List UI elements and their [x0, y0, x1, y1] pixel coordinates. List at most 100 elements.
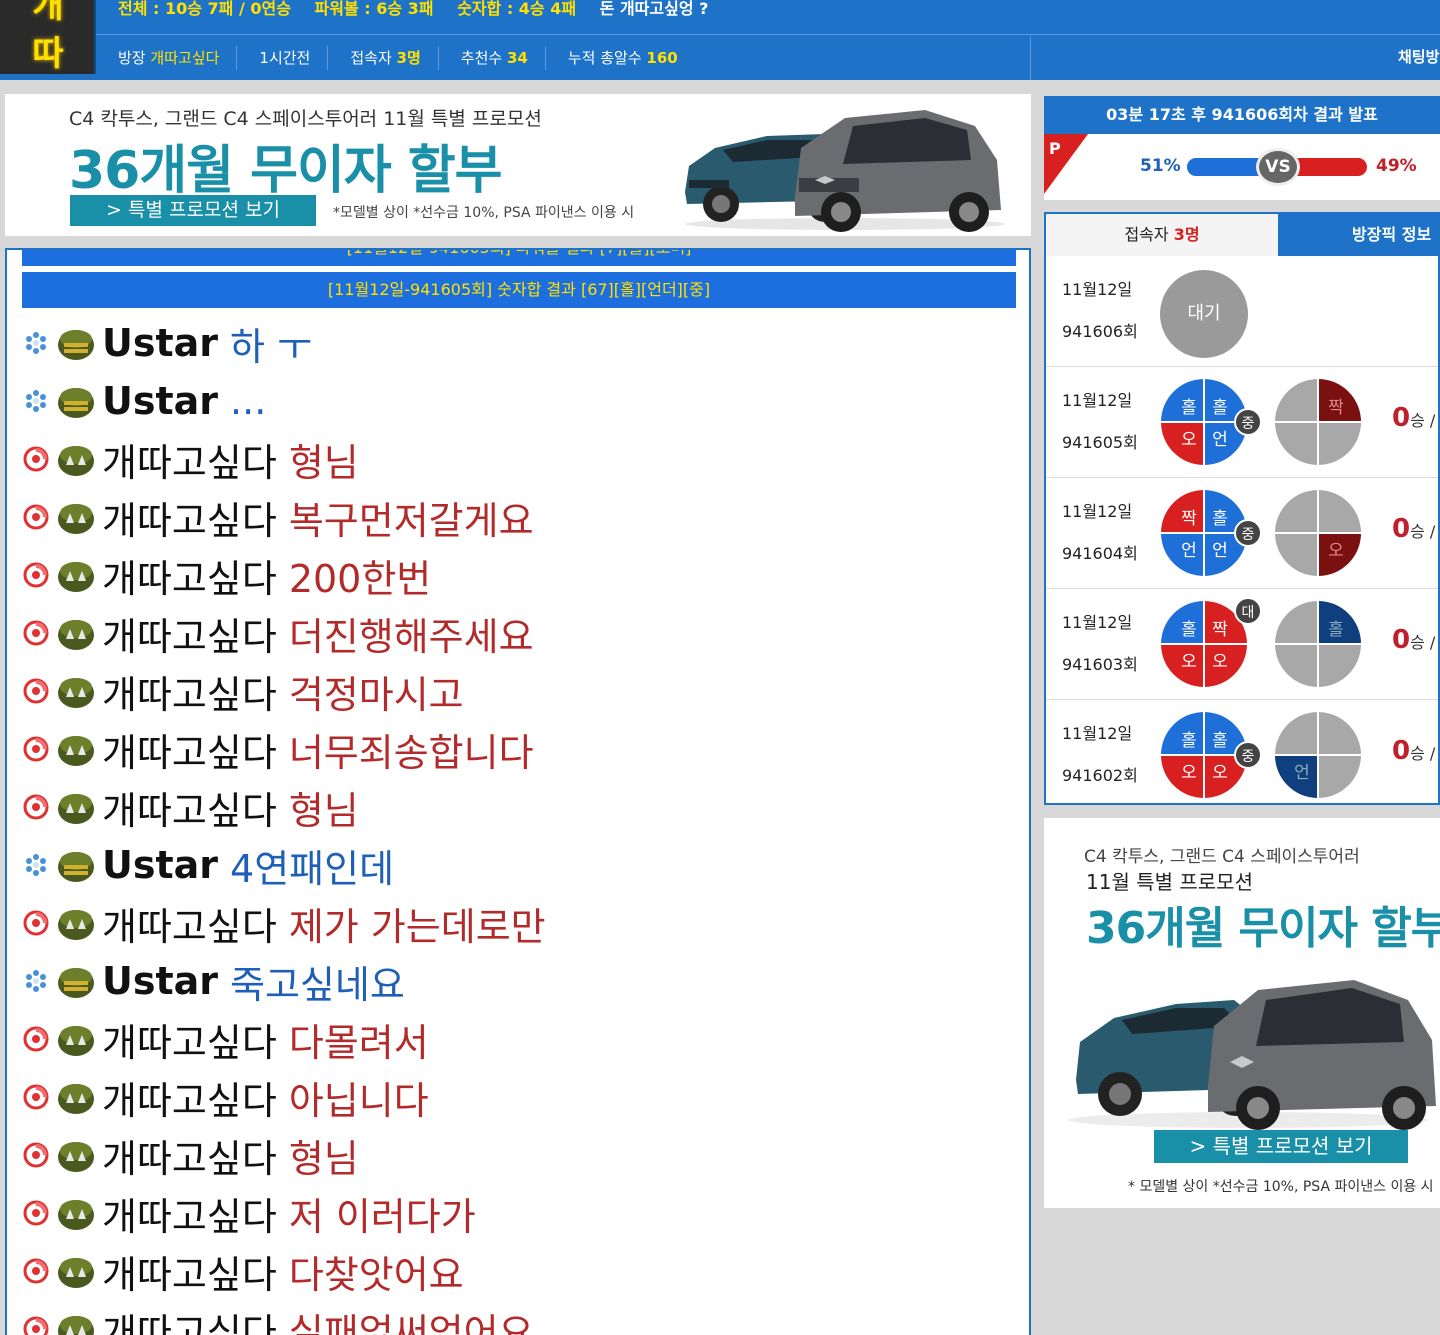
chat-room-button[interactable]: 채팅방: [1398, 46, 1439, 67]
rank-badge-icon: [58, 736, 94, 766]
header-divider: [96, 34, 1440, 35]
flower-icon: [26, 854, 46, 876]
tab-host-picks[interactable]: 방장픽 정보: [1278, 214, 1438, 256]
eggs-value: 160: [646, 49, 678, 67]
chat-text: 형님: [288, 1136, 359, 1181]
svg-text:홀: 홀: [1181, 620, 1197, 640]
wins-count: 0승 /: [1392, 625, 1435, 655]
results-tabs: 접속자 3명 방장픽 정보: [1046, 214, 1438, 256]
stat-total: 전체 : 10승 7패 / 0연승: [118, 0, 291, 18]
chat-text: ...: [230, 379, 267, 423]
chat-message: Ustar...: [22, 372, 1022, 430]
chat-nickname[interactable]: 개따고싶다: [102, 1012, 277, 1067]
ad-banner-top[interactable]: C4 칵투스, 그랜드 C4 스페이스투어러 11월 특별 프로모션 36개월 …: [5, 94, 1031, 236]
chat-text: 죽고싶네요: [230, 962, 405, 1007]
chat-nickname[interactable]: Ustar: [102, 959, 218, 1003]
site-logo[interactable]: 개 따: [0, 0, 96, 74]
svg-text:홀: 홀: [1181, 731, 1197, 751]
room-recommend[interactable]: 추천수 34: [439, 46, 546, 70]
result-circles: 짝 홀 언 언 중 오: [1161, 490, 1361, 576]
wins-value: 0: [1392, 625, 1411, 655]
chat-nickname[interactable]: 개따고싶다: [102, 548, 277, 603]
users-value: 3명: [396, 49, 421, 67]
chat-text: 더진행해주세요: [288, 614, 534, 659]
swirl-icon: [23, 446, 49, 472]
svg-text:중: 중: [1242, 749, 1255, 765]
flower-icon: [26, 970, 46, 992]
swirl-icon: [23, 1084, 49, 1110]
chat-nickname[interactable]: 개따고싶다: [102, 432, 277, 487]
ad-side-title: 36개월 무이자 할부: [1086, 903, 1440, 954]
results-panel: 접속자 3명 방장픽 정보 11월12일 941606회 대기 11월12일 9…: [1044, 212, 1440, 805]
swirl-icon: [23, 1258, 49, 1284]
result-notice-powerball: [11월12일-941605회] 파워볼 결과 [7][홀][오버]: [22, 250, 1016, 266]
svg-text:오: 오: [1212, 652, 1228, 672]
chat-nickname[interactable]: 개따고싶다: [102, 1302, 277, 1335]
chat-nickname[interactable]: 개따고싶다: [102, 1186, 277, 1241]
logo-text-top: 개: [32, 0, 64, 26]
ad-side-promo-button[interactable]: > 특별 프로모션 보기: [1154, 1130, 1408, 1163]
rank-badge-icon: [58, 446, 94, 476]
swirl-icon: [23, 1026, 49, 1052]
swirl-icon: [23, 1200, 49, 1226]
wins-value: 0: [1392, 403, 1411, 433]
rank-badge-icon: [58, 1200, 94, 1230]
ad-promo-button[interactable]: > 특별 프로모션 보기: [70, 195, 316, 226]
chat-text: 하 ㅜ: [230, 324, 313, 369]
wins-unit: 승 /: [1410, 522, 1436, 541]
chat-nickname[interactable]: 개따고싶다: [102, 490, 277, 545]
chat-nickname[interactable]: Ustar: [102, 843, 218, 887]
chat-nickname[interactable]: 개따고싶다: [102, 1244, 277, 1299]
swirl-icon: [23, 504, 49, 530]
chat-text: 저 이러다가: [288, 1194, 476, 1239]
chat-message-list[interactable]: Ustar 하 ㅜ Ustar... 개따고싶다 형님 개따고싶다 복구먼저갈게요 개따고싶다…: [22, 314, 1022, 1335]
svg-text:언: 언: [1181, 541, 1197, 561]
waiting-badge: 대기: [1160, 270, 1248, 358]
room-host[interactable]: 방장 개따고싶다: [96, 46, 238, 70]
chat-nickname[interactable]: 개따고싶다: [102, 722, 277, 777]
svg-text:짝: 짝: [1212, 620, 1228, 640]
chat-text: 다찾앗어요: [288, 1252, 464, 1297]
chat-nickname[interactable]: Ustar: [102, 379, 218, 423]
chat-nickname[interactable]: 개따고싶다: [102, 896, 277, 951]
swirl-icon: [23, 794, 49, 820]
chat-nickname[interactable]: 개따고싶다: [102, 606, 277, 661]
rank-badge-icon: [58, 794, 94, 824]
ad-banner-side[interactable]: C4 칵투스, 그랜드 C4 스페이스투어러 11월 특별 프로모션 36개월 …: [1044, 818, 1440, 1208]
rank-badge-icon: [58, 678, 94, 708]
rank-badge-icon: [58, 1316, 94, 1335]
chat-nickname[interactable]: 개따고싶다: [102, 664, 277, 719]
result-circles: 홀 홀 오 오 중 언: [1161, 712, 1361, 798]
chat-nickname[interactable]: Ustar: [102, 321, 218, 365]
wins-value: 0: [1392, 514, 1411, 544]
wins-count: 0승 /: [1392, 514, 1435, 544]
time-label: 1시간전: [259, 49, 311, 67]
ad-side-car-image: [1068, 980, 1436, 1130]
chat-nickname[interactable]: 개따고싶다: [102, 1070, 277, 1125]
svg-text:오: 오: [1328, 541, 1344, 561]
svg-text:짝: 짝: [1181, 509, 1197, 529]
chat-nickname[interactable]: 개따고싶다: [102, 1128, 277, 1183]
room-time: 1시간전: [237, 46, 329, 70]
ad-car-image: [685, 110, 1005, 232]
record-stats: 전체 : 10승 7패 / 0연승 파워볼 : 6승 3패 숫자합 : 4승 4…: [118, 0, 726, 19]
svg-text:홀: 홀: [1212, 509, 1228, 529]
right-percent: 49%: [1376, 156, 1417, 176]
countdown-panel: 03분 17초 후 941606회차 결과 발표 P 51% VS 49%: [1044, 96, 1440, 200]
chat-text: 200한번: [288, 556, 432, 601]
flower-icon: [26, 390, 46, 412]
chat-panel[interactable]: [11월12일-941605회] 파워볼 결과 [7][홀][오버] [11월1…: [5, 248, 1031, 1335]
rank-badge-icon: [58, 910, 94, 940]
countdown-text: 03분 17초 후 941606회차 결과 발표: [1044, 96, 1440, 134]
rank-badge-icon: [58, 1026, 94, 1056]
ad-side-subtitle-2: 11월 특별 프로모션: [1086, 870, 1253, 894]
chat-text: 제가 가는데로만: [288, 904, 546, 949]
room-info-bar: 방장 개따고싶다 1시간전 접속자 3명 추천수 34 누적 총알수 160: [96, 36, 695, 80]
wins-value: 0: [1392, 736, 1411, 766]
eggs-label: 누적 총알수: [567, 49, 642, 67]
tab-users[interactable]: 접속자 3명: [1046, 214, 1278, 256]
flower-icon: [26, 332, 46, 354]
page-root: 개 따 전체 : 10승 7패 / 0연승 파워볼 : 6승 3패 숫자합 : …: [0, 0, 1440, 1335]
chat-nickname[interactable]: 개따고싶다: [102, 780, 277, 835]
result-row: 11월12일 941605회 홀 홀 오 언 중 짝 0승 /: [1046, 367, 1438, 478]
